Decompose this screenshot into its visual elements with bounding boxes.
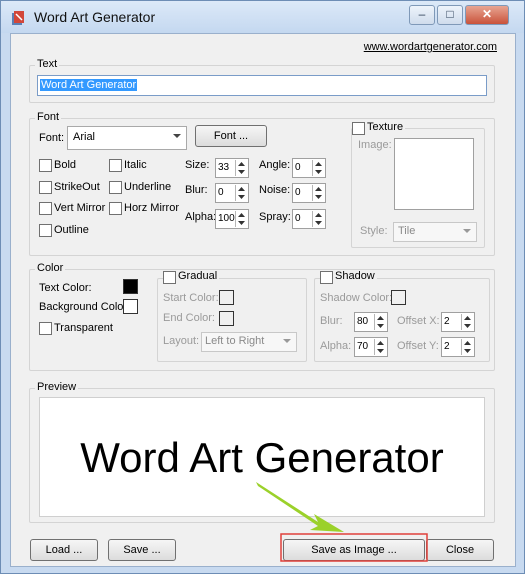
annotation-overlay (256, 482, 428, 562)
highlight-box (280, 533, 428, 562)
highlight-arrow-icon (256, 482, 344, 532)
